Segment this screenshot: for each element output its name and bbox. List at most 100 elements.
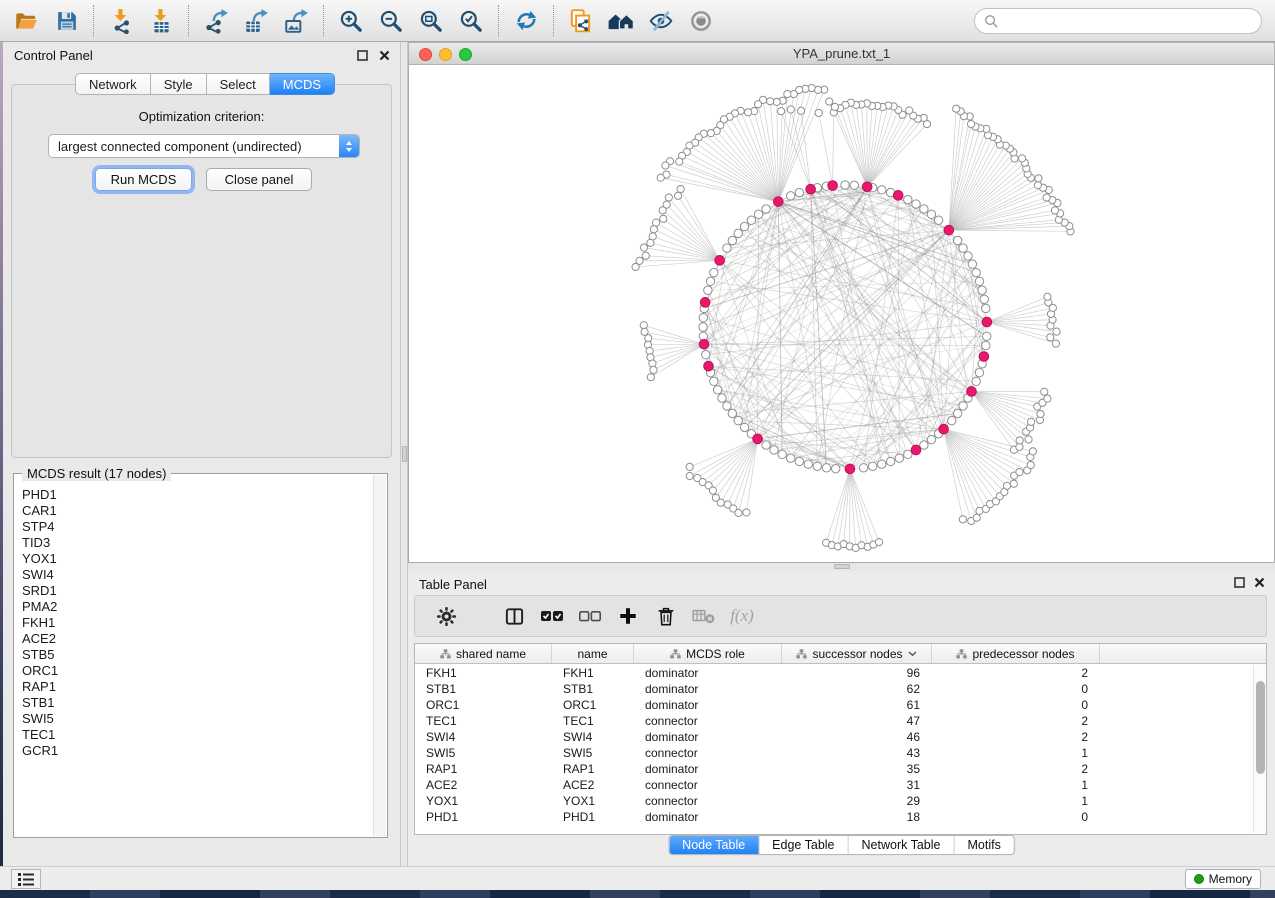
network-node[interactable] bbox=[710, 377, 718, 385]
delete-column-button[interactable] bbox=[647, 598, 685, 634]
network-node[interactable] bbox=[657, 174, 664, 181]
horizontal-splitter[interactable] bbox=[408, 563, 1275, 571]
network-node[interactable] bbox=[1003, 482, 1010, 489]
memory-button[interactable]: Memory bbox=[1185, 869, 1261, 889]
mcds-result-item[interactable]: CAR1 bbox=[16, 503, 370, 519]
network-node[interactable] bbox=[706, 277, 714, 285]
clone-network-button[interactable] bbox=[561, 3, 601, 39]
column-header-name[interactable]: name bbox=[552, 644, 634, 663]
export-image-button[interactable] bbox=[276, 3, 316, 39]
tab-edge-table[interactable]: Edge Table bbox=[759, 836, 848, 854]
network-node[interactable] bbox=[699, 323, 707, 331]
network-node[interactable] bbox=[927, 210, 935, 218]
network-node[interactable] bbox=[786, 192, 794, 200]
tab-network-table[interactable]: Network Table bbox=[849, 836, 955, 854]
network-node[interactable] bbox=[778, 450, 786, 458]
network-node[interactable] bbox=[1018, 155, 1025, 162]
network-node[interactable] bbox=[982, 304, 990, 312]
deselect-all-button[interactable] bbox=[571, 598, 609, 634]
network-node[interactable] bbox=[1051, 207, 1058, 214]
network-node[interactable] bbox=[632, 263, 639, 270]
network-node[interactable] bbox=[826, 98, 833, 105]
network-node[interactable] bbox=[642, 252, 649, 259]
network-node[interactable] bbox=[980, 295, 988, 303]
network-hub-node[interactable] bbox=[893, 191, 903, 201]
close-panel-action-button[interactable]: Close panel bbox=[206, 168, 312, 191]
network-node[interactable] bbox=[686, 472, 693, 479]
network-node[interactable] bbox=[747, 216, 755, 224]
network-node[interactable] bbox=[959, 244, 967, 252]
network-node[interactable] bbox=[710, 268, 718, 276]
network-hub-node[interactable] bbox=[944, 225, 954, 235]
tab-motifs[interactable]: Motifs bbox=[954, 836, 1013, 854]
network-node[interactable] bbox=[878, 186, 886, 194]
network-hub-node[interactable] bbox=[982, 317, 992, 327]
network-hub-node[interactable] bbox=[862, 182, 872, 192]
network-node[interactable] bbox=[953, 236, 961, 244]
mcds-result-item[interactable]: PMA2 bbox=[16, 599, 370, 615]
table-settings-button[interactable] bbox=[427, 598, 465, 634]
network-node[interactable] bbox=[878, 460, 886, 468]
column-header-successor-nodes[interactable]: successor nodes bbox=[782, 644, 932, 663]
network-hub-node[interactable] bbox=[774, 197, 784, 207]
network-node[interactable] bbox=[906, 107, 913, 114]
splitter-grip[interactable] bbox=[402, 446, 407, 462]
network-node[interactable] bbox=[813, 462, 821, 470]
network-node[interactable] bbox=[1034, 182, 1041, 189]
vertical-splitter[interactable] bbox=[400, 42, 408, 866]
network-node[interactable] bbox=[640, 322, 647, 329]
network-node[interactable] bbox=[740, 222, 748, 230]
network-node[interactable] bbox=[707, 130, 714, 137]
network-hub-node[interactable] bbox=[753, 434, 763, 444]
network-hub-node[interactable] bbox=[979, 352, 989, 362]
network-node[interactable] bbox=[968, 260, 976, 268]
search-box[interactable] bbox=[974, 8, 1262, 34]
network-node[interactable] bbox=[640, 244, 647, 251]
network-node[interactable] bbox=[920, 205, 928, 213]
zoom-out-button[interactable] bbox=[371, 3, 411, 39]
column-header-shared-name[interactable]: shared name bbox=[415, 644, 552, 663]
network-node[interactable] bbox=[1035, 175, 1042, 182]
network-node[interactable] bbox=[982, 332, 990, 340]
network-node[interactable] bbox=[674, 192, 681, 199]
network-node[interactable] bbox=[795, 188, 803, 196]
mcds-result-item[interactable]: SWI5 bbox=[16, 711, 370, 727]
network-node[interactable] bbox=[728, 409, 736, 417]
import-table-button[interactable] bbox=[141, 3, 181, 39]
network-node[interactable] bbox=[786, 454, 794, 462]
network-node[interactable] bbox=[1037, 410, 1044, 417]
network-node[interactable] bbox=[934, 216, 942, 224]
zoom-in-button[interactable] bbox=[331, 3, 371, 39]
network-node[interactable] bbox=[702, 351, 710, 359]
first-neighbors-button[interactable] bbox=[601, 3, 641, 39]
network-node[interactable] bbox=[743, 509, 750, 516]
network-node[interactable] bbox=[650, 366, 657, 373]
network-node[interactable] bbox=[784, 90, 791, 97]
network-node[interactable] bbox=[718, 394, 726, 402]
open-session-button[interactable] bbox=[6, 3, 46, 39]
network-node[interactable] bbox=[677, 185, 684, 192]
network-node[interactable] bbox=[1028, 418, 1035, 425]
tab-select[interactable]: Select bbox=[207, 73, 270, 95]
tab-style[interactable]: Style bbox=[151, 73, 207, 95]
network-node[interactable] bbox=[754, 101, 761, 108]
float-panel-button[interactable] bbox=[357, 50, 368, 61]
table-row[interactable]: SWI4SWI4dominator462 bbox=[415, 729, 1252, 745]
network-node[interactable] bbox=[735, 509, 742, 516]
network-node[interactable] bbox=[717, 499, 724, 506]
network-node[interactable] bbox=[740, 423, 748, 431]
network-node[interactable] bbox=[704, 286, 712, 294]
network-node[interactable] bbox=[770, 446, 778, 454]
network-node[interactable] bbox=[762, 205, 770, 213]
network-hub-node[interactable] bbox=[699, 340, 709, 350]
close-panel-button[interactable] bbox=[379, 50, 390, 61]
network-node[interactable] bbox=[975, 368, 983, 376]
network-hub-node[interactable] bbox=[939, 424, 949, 434]
network-node[interactable] bbox=[920, 441, 928, 449]
network-node[interactable] bbox=[815, 109, 822, 116]
table-row[interactable]: RAP1RAP1dominator352 bbox=[415, 761, 1252, 777]
network-node[interactable] bbox=[686, 463, 693, 470]
network-node[interactable] bbox=[1029, 448, 1036, 455]
network-node[interactable] bbox=[1044, 293, 1051, 300]
mcds-result-item[interactable]: STB5 bbox=[16, 647, 370, 663]
